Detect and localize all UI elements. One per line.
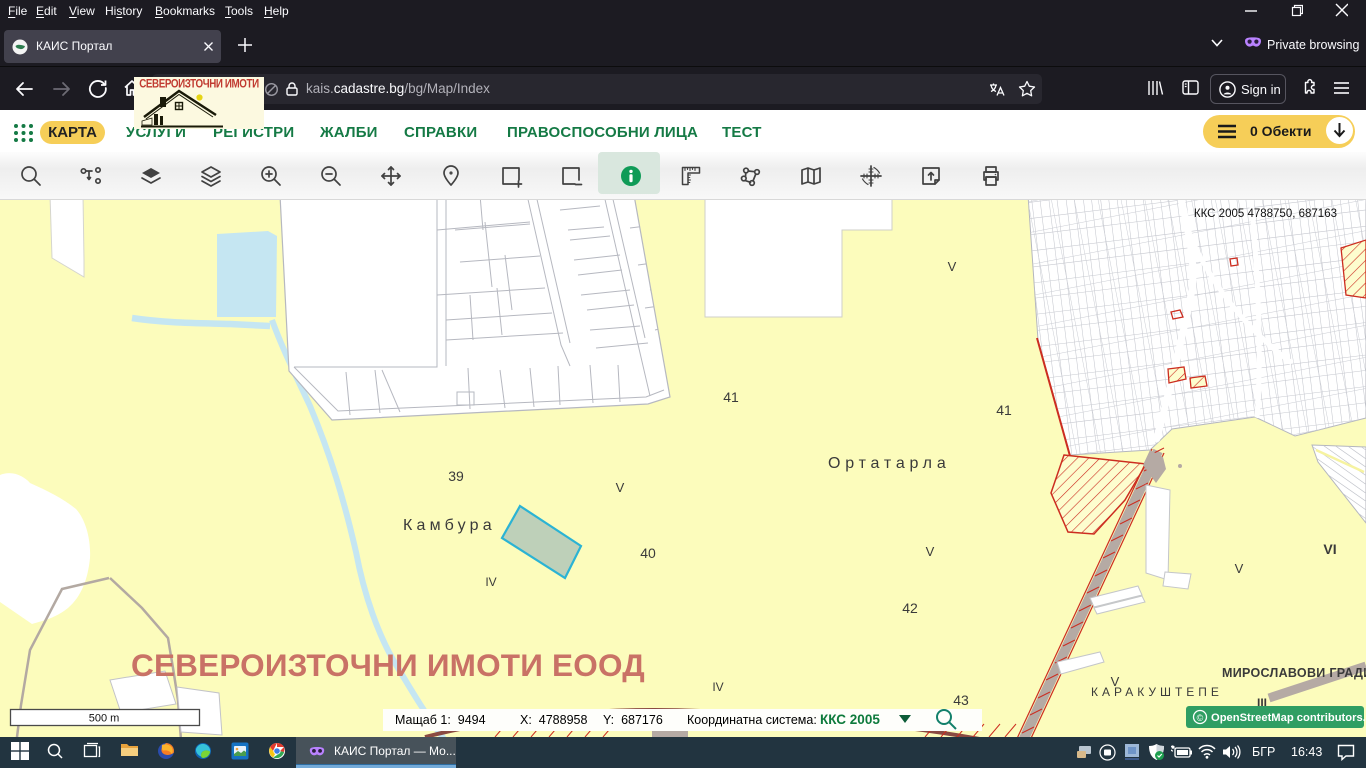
svg-text:41: 41	[723, 389, 739, 405]
svg-text:V: V	[926, 544, 935, 559]
svg-text:41: 41	[996, 402, 1012, 418]
svg-text:IV: IV	[485, 575, 496, 589]
svg-text:Координатна система:: Координатна система:	[687, 713, 817, 727]
svg-text:КАРАКУШТЕПЕ: КАРАКУШТЕПЕ	[1091, 685, 1223, 699]
svg-text:IV: IV	[712, 680, 723, 694]
svg-text:Y: 687176: Y: 687176	[603, 713, 663, 727]
svg-text:Ортатарла: Ортатарла	[828, 455, 951, 472]
svg-text:X: 4788958: X: 4788958	[520, 713, 587, 727]
svg-text:500 m: 500 m	[89, 713, 120, 725]
svg-text:V: V	[616, 480, 625, 495]
svg-text:ККС 2005 4788750, 687163: ККС 2005 4788750, 687163	[1194, 208, 1337, 220]
svg-text:V: V	[1235, 561, 1244, 576]
svg-text:OpenStreetMap contributors.: OpenStreetMap contributors.	[1211, 712, 1366, 724]
svg-text:СЕВЕРОИЗТОЧНИ ИМОТИ ЕООД: СЕВЕРОИЗТОЧНИ ИМОТИ ЕООД	[131, 647, 645, 683]
svg-text:V: V	[948, 259, 957, 274]
svg-text:VI: VI	[1323, 541, 1336, 557]
svg-text:©: ©	[1197, 713, 1204, 723]
svg-text:39: 39	[448, 468, 464, 484]
svg-text:43: 43	[953, 692, 969, 708]
svg-text:Мащаб 1: 9494: Мащаб 1: 9494	[395, 713, 486, 727]
svg-text:Камбура: Камбура	[403, 517, 496, 534]
svg-text:ККС 2005: ККС 2005	[820, 712, 880, 727]
svg-text:МИРОСЛАВОВИ ГРАДИН: МИРОСЛАВОВИ ГРАДИН	[1222, 666, 1366, 680]
svg-text:42: 42	[902, 600, 918, 616]
svg-text:40: 40	[640, 545, 656, 561]
